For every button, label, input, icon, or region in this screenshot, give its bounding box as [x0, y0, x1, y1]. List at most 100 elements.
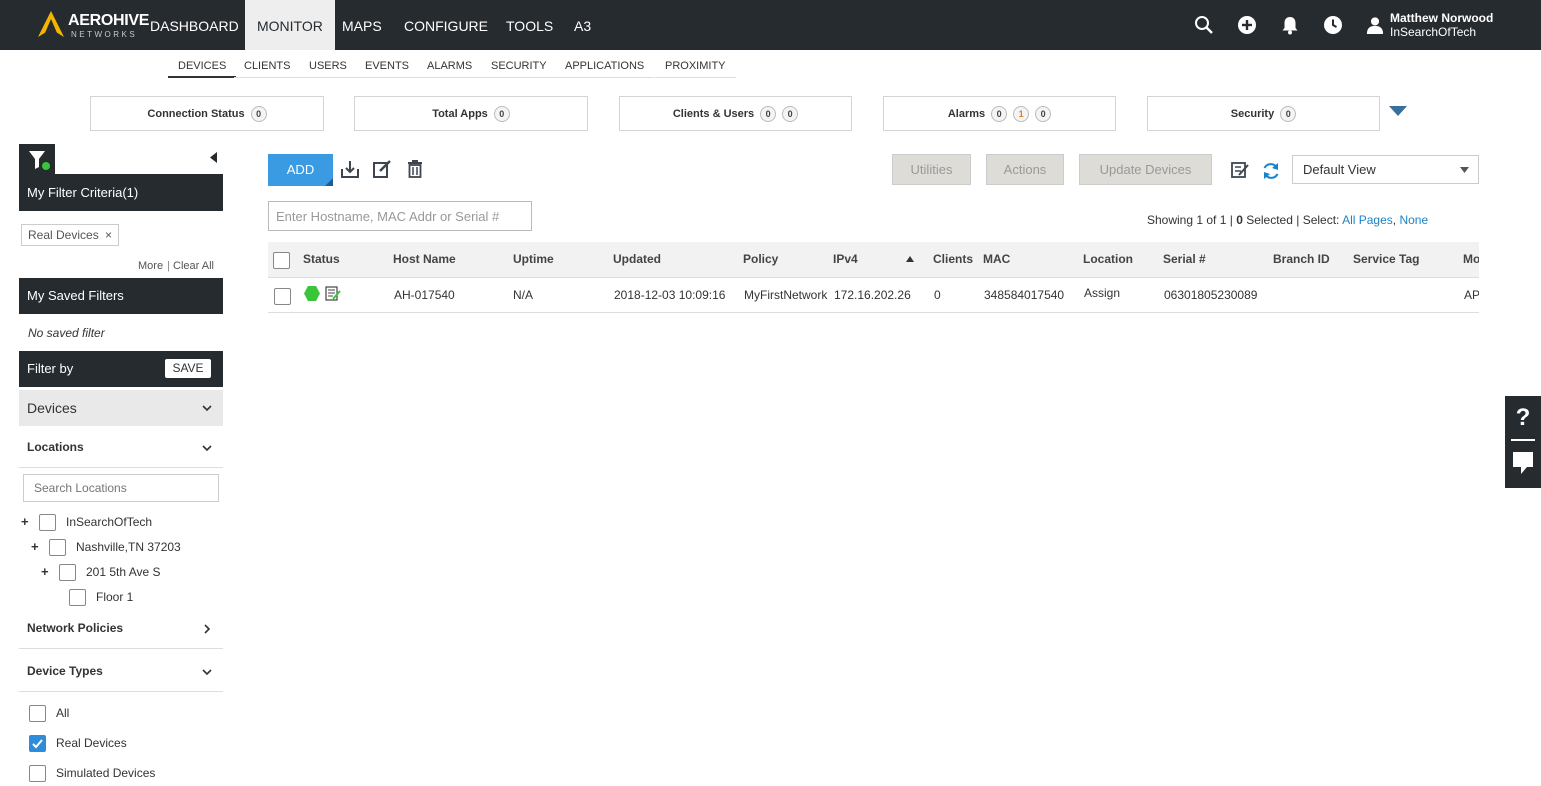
chip-remove-icon[interactable]: ×	[105, 228, 112, 242]
column-status[interactable]: Status	[303, 252, 340, 266]
actions-button[interactable]: Actions	[986, 154, 1064, 185]
delete-icon[interactable]	[406, 160, 424, 178]
refresh-icon[interactable]	[1261, 161, 1281, 181]
nav-dashboard[interactable]: DASHBOARD	[138, 0, 251, 50]
stat-label: Clients & Users	[672, 107, 755, 120]
nav-monitor[interactable]: MONITOR	[245, 0, 335, 50]
nav-a3[interactable]: A3	[562, 0, 603, 50]
collapse-sidebar-icon[interactable]	[210, 152, 218, 163]
clients-count-link[interactable]: 0	[934, 288, 941, 302]
host-name-link[interactable]: AH-017540	[394, 288, 455, 302]
location-building[interactable]: 201 5th Ave S	[86, 565, 161, 579]
nav-maps[interactable]: MAPS	[330, 0, 394, 50]
tab-events[interactable]: EVENTS	[355, 60, 420, 78]
tab-applications[interactable]: APPLICATIONS	[555, 60, 655, 78]
tab-security[interactable]: SECURITY	[481, 60, 557, 78]
bell-icon[interactable]	[1280, 15, 1300, 35]
device-types-title[interactable]: Device Types	[27, 664, 103, 678]
stat-clients-users[interactable]: Clients & Users 0 0	[619, 96, 852, 131]
stat-security[interactable]: Security 0	[1147, 96, 1380, 131]
column-updated[interactable]: Updated	[613, 252, 661, 266]
search-locations-input[interactable]	[23, 474, 219, 502]
stat-badge-major: 1	[1013, 105, 1030, 122]
tab-proximity[interactable]: PROXIMITY	[655, 60, 736, 78]
filter-criteria-header: My Filter Criteria(1)	[19, 174, 223, 211]
import-icon[interactable]	[341, 160, 359, 178]
location-checkbox[interactable]	[39, 514, 56, 531]
expand-tree-icon[interactable]: +	[21, 514, 29, 529]
locations-title[interactable]: Locations	[27, 440, 84, 454]
user-name[interactable]: Matthew Norwood	[1390, 11, 1493, 25]
location-checkbox[interactable]	[59, 564, 76, 581]
filter-chip-real-devices[interactable]: Real Devices ×	[21, 224, 120, 246]
edit-icon[interactable]	[373, 160, 391, 178]
column-serial[interactable]: Serial #	[1163, 252, 1206, 266]
network-policies-title[interactable]: Network Policies	[27, 621, 123, 635]
device-search-input[interactable]	[268, 201, 532, 231]
column-location[interactable]: Location	[1083, 252, 1133, 266]
select-all-pages-link[interactable]: All Pages	[1342, 213, 1393, 227]
device-type-simulated-label: Simulated Devices	[56, 766, 156, 780]
add-circle-icon[interactable]	[1237, 15, 1257, 35]
clock-icon[interactable]	[1323, 15, 1343, 35]
column-branch-id[interactable]: Branch ID	[1273, 252, 1330, 266]
tab-clients[interactable]: CLIENTS	[234, 60, 301, 78]
column-clients[interactable]: Clients	[933, 252, 973, 266]
location-nashville[interactable]: Nashville,TN 37203	[76, 540, 181, 554]
help-icon[interactable]: ?	[1505, 396, 1541, 440]
feedback-icon[interactable]	[1513, 452, 1533, 474]
column-mac[interactable]: MAC	[983, 252, 1010, 266]
update-devices-button[interactable]: Update Devices	[1079, 154, 1212, 185]
add-button[interactable]: ADD	[268, 154, 333, 186]
nav-configure[interactable]: CONFIGURE	[392, 0, 500, 50]
utilities-button[interactable]: Utilities	[892, 154, 971, 185]
expand-stats-icon[interactable]	[1388, 105, 1408, 117]
stat-badge: 0	[782, 105, 799, 122]
expand-tree-icon[interactable]: +	[31, 539, 39, 554]
location-checkbox[interactable]	[49, 539, 66, 556]
nav-tools[interactable]: TOOLS	[494, 0, 565, 50]
search-icon[interactable]	[1194, 15, 1214, 35]
location-checkbox[interactable]	[69, 589, 86, 606]
chevron-down-icon[interactable]	[202, 667, 212, 677]
user-icon[interactable]	[1366, 16, 1384, 34]
expand-tree-icon[interactable]: +	[41, 564, 49, 579]
mac-link[interactable]: 348584017540	[984, 288, 1064, 302]
devices-accordion[interactable]: Devices	[19, 390, 223, 426]
stat-alarms[interactable]: Alarms 0 1 0	[883, 96, 1116, 131]
stat-total-apps[interactable]: Total Apps 0	[354, 96, 588, 131]
more-link[interactable]: More	[138, 260, 163, 272]
column-model[interactable]: Mo	[1463, 252, 1479, 266]
location-insearchoftech[interactable]: InSearchOfTech	[66, 515, 152, 529]
row-checkbox[interactable]	[274, 288, 291, 305]
clear-all-link[interactable]: Clear All	[173, 260, 214, 272]
table-row[interactable]: AH-017540 N/A 2018-12-03 10:09:16 MyFirs…	[268, 278, 1479, 313]
device-type-real-checkbox[interactable]	[29, 735, 46, 752]
select-all-checkbox[interactable]	[273, 252, 290, 269]
column-ipv4[interactable]: IPv4	[833, 252, 858, 266]
column-edit-icon[interactable]	[1231, 161, 1249, 179]
chevron-down-icon[interactable]	[202, 443, 212, 453]
device-type-all-checkbox[interactable]	[29, 705, 46, 722]
column-uptime[interactable]: Uptime	[513, 252, 554, 266]
column-policy[interactable]: Policy	[743, 252, 778, 266]
tab-users[interactable]: USERS	[299, 60, 357, 78]
view-select[interactable]: Default View	[1292, 155, 1479, 184]
save-filter-button[interactable]: SAVE	[165, 359, 211, 378]
select-none-link[interactable]: None	[1399, 213, 1428, 227]
tab-devices[interactable]: DEVICES	[168, 60, 237, 78]
sort-ascending-icon[interactable]	[906, 256, 914, 262]
assign-location-link[interactable]: Assign	[1084, 286, 1120, 300]
column-host-name[interactable]: Host Name	[393, 252, 456, 266]
config-audit-icon[interactable]	[325, 286, 341, 301]
column-service-tag[interactable]: Service Tag	[1353, 252, 1419, 266]
tab-alarms[interactable]: ALARMS	[417, 60, 483, 78]
no-saved-filter-text: No saved filter	[28, 326, 105, 340]
filter-toggle[interactable]	[19, 144, 55, 174]
stat-connection-status[interactable]: Connection Status 0	[90, 96, 324, 131]
logo-subtext: NETWORKS	[71, 30, 138, 39]
device-type-simulated-checkbox[interactable]	[29, 765, 46, 782]
location-floor[interactable]: Floor 1	[96, 590, 133, 604]
aerohive-logo[interactable]: AEROHIVE NETWORKS	[38, 11, 149, 41]
chevron-right-icon[interactable]	[202, 624, 212, 634]
